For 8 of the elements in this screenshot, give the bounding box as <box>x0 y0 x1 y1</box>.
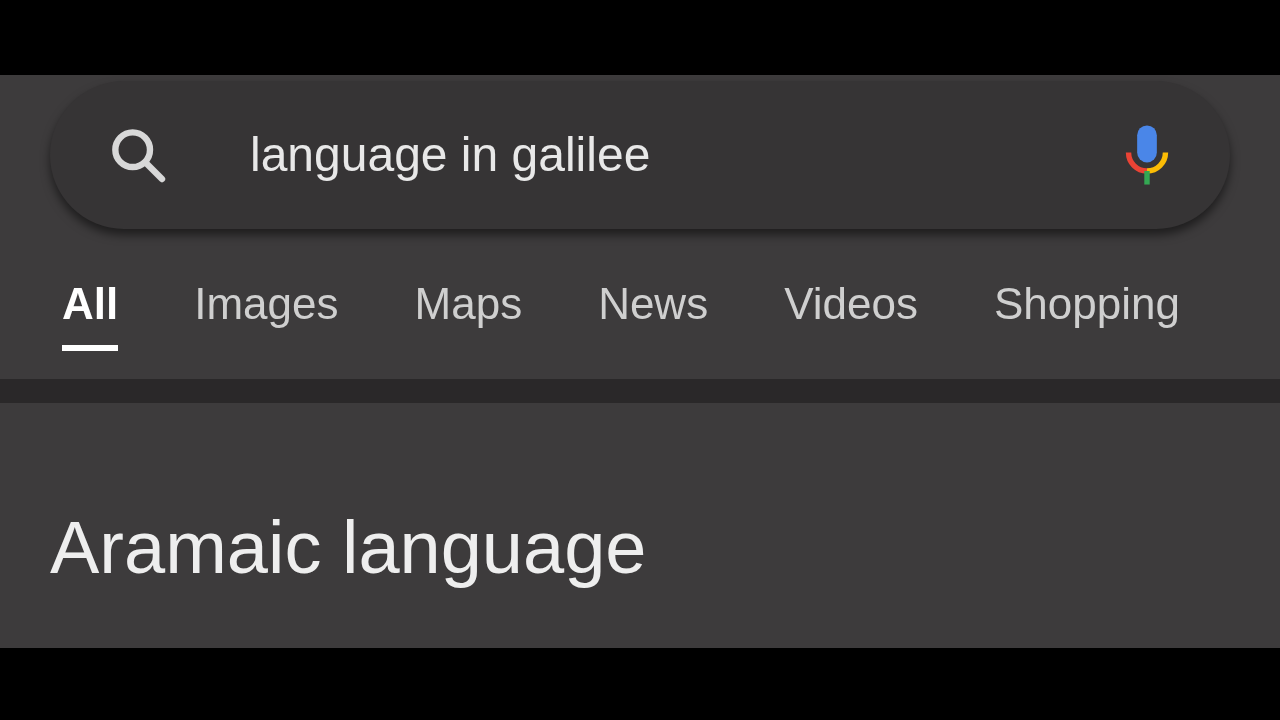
tab[interactable]: Images <box>194 271 339 351</box>
search-input[interactable]: language in galilee <box>250 119 1122 191</box>
tab[interactable]: All <box>62 271 119 351</box>
tab[interactable]: Maps <box>414 271 523 351</box>
tab[interactable]: Shopping <box>993 271 1180 351</box>
tab[interactable]: Videos <box>784 271 918 351</box>
search-field[interactable]: language in galilee <box>50 81 1230 229</box>
tab[interactable]: News <box>598 271 709 351</box>
